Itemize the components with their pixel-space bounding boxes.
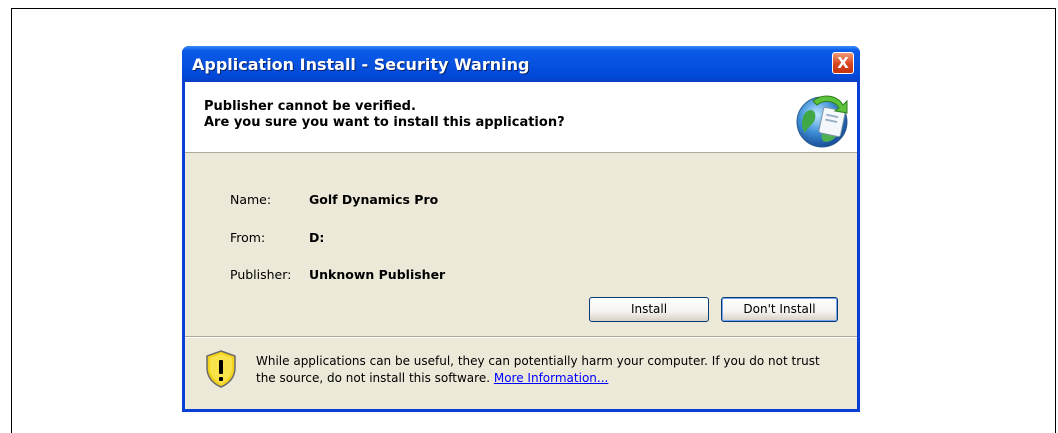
from-label: From:	[230, 230, 266, 245]
name-label: Name:	[230, 192, 272, 207]
title-bar[interactable]: Application Install - Security Warning X	[182, 46, 860, 82]
publisher-label: Publisher:	[230, 267, 292, 282]
close-button[interactable]: X	[832, 52, 854, 74]
shield-warning-icon	[206, 350, 236, 388]
divider	[185, 336, 857, 338]
more-information-link[interactable]: More Information...	[494, 371, 608, 385]
header-line2: Are you sure you want to install this ap…	[204, 115, 565, 130]
close-icon: X	[837, 54, 849, 72]
publisher-value: Unknown Publisher	[309, 267, 446, 282]
dont-install-button[interactable]: Don't Install	[721, 297, 838, 322]
warning-message: While applications can be useful, they c…	[256, 353, 836, 387]
dialog-body: Publisher cannot be verified. Are you su…	[185, 82, 857, 409]
globe-install-icon	[796, 95, 848, 148]
header-line1: Publisher cannot be verified.	[204, 99, 416, 114]
from-value: D:	[309, 230, 325, 245]
install-button[interactable]: Install	[589, 297, 709, 322]
security-warning-dialog: Application Install - Security Warning X…	[182, 46, 860, 412]
name-value: Golf Dynamics Pro	[309, 192, 439, 207]
dialog-title: Application Install - Security Warning	[192, 55, 530, 74]
dialog-header: Publisher cannot be verified. Are you su…	[185, 82, 857, 153]
